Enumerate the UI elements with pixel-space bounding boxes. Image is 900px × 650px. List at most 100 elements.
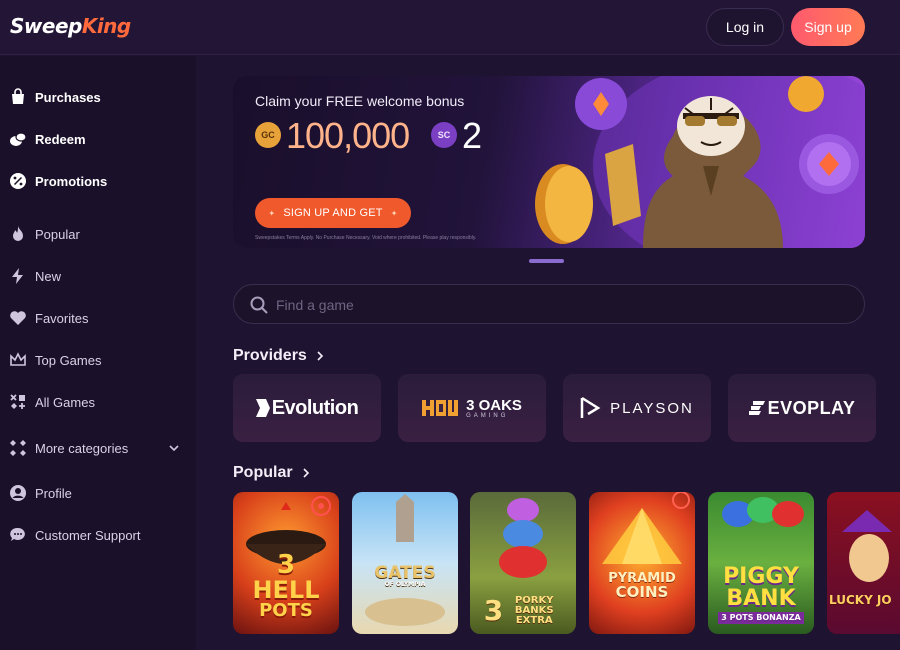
sidebar-item-label: More categories <box>35 440 129 456</box>
game-title-line: 3 <box>276 550 296 580</box>
evolution-logo-icon <box>255 399 270 417</box>
provider-name: EVOPLAY <box>767 397 856 418</box>
game-tile-gates-of-olympia[interactable]: GATES OF OLYMPIA <box>352 492 458 634</box>
sidebar-item-label: Popular <box>35 226 80 242</box>
provider-card-evoplay[interactable]: EVOPLAY <box>728 374 876 442</box>
sidebar: Purchases Redeem Promotions Popular New … <box>0 56 196 650</box>
sidebar-item-promotions[interactable]: Promotions <box>8 167 188 195</box>
percent-icon <box>8 171 28 191</box>
game-title-line: 3 POTS BONANZA <box>718 612 804 624</box>
login-button[interactable]: Log in <box>706 8 784 46</box>
grid-icon <box>8 392 28 412</box>
game-title-line: BANK <box>726 586 796 611</box>
signup-button[interactable]: Sign up <box>791 8 865 46</box>
gc-amount: 100,000 <box>286 115 410 156</box>
chevron-right-icon <box>317 351 323 361</box>
chevron-down-icon[interactable] <box>168 442 180 454</box>
game-title-line: POTS <box>259 600 313 621</box>
cta-label: SIGN UP AND GET <box>283 207 383 219</box>
sidebar-item-label: Favorites <box>35 310 89 326</box>
game-title-line: 3 <box>483 594 504 627</box>
sidebar-item-label: New <box>35 268 62 284</box>
sc-amount: 2 <box>462 115 483 156</box>
banner-fine-print: Sweepstakes Terms Apply. No Purchase Nec… <box>255 235 477 241</box>
provider-card-playson[interactable]: PLAYSON <box>563 374 711 442</box>
provider-subname: GAMING <box>466 412 509 419</box>
game-title: PYRAMID COINS <box>608 572 676 600</box>
game-title-line: PORKY BANKS <box>514 595 554 616</box>
banner-title: Claim your FREE welcome bonus <box>255 93 465 109</box>
sidebar-item-more-categories[interactable]: More categories <box>8 434 188 462</box>
sidebar-item-label: All Games <box>35 394 95 410</box>
game-title-line: EXTRA <box>515 615 553 626</box>
game-title-line: PIGGY <box>723 564 799 589</box>
sidebar-item-all-games[interactable]: All Games <box>8 388 188 416</box>
sidebar-item-top-games[interactable]: Top Games <box>8 346 188 374</box>
popular-heading[interactable]: Popular <box>233 464 311 482</box>
sidebar-item-label: Profile <box>35 485 72 501</box>
game-title-line: GATES <box>374 563 436 583</box>
game-title-line: HELL <box>252 576 320 604</box>
logo-text-sweep: Sweep <box>10 14 82 38</box>
game-tile-piggy-bank[interactable]: PIGGY BANK 3 POTS BONANZA <box>708 492 814 634</box>
providers-heading[interactable]: Providers <box>233 347 325 365</box>
categories-icon <box>8 438 28 458</box>
sidebar-item-redeem[interactable]: Redeem <box>8 125 188 153</box>
game-title: GATES OF OLYMPIA <box>374 565 435 588</box>
crown-icon <box>8 350 28 370</box>
logo-text-king: King <box>81 14 131 38</box>
game-tile-pyramid-coins[interactable]: PYRAMID COINS <box>589 492 695 634</box>
sidebar-item-new[interactable]: New <box>8 262 188 290</box>
chat-icon <box>8 525 28 545</box>
providers-title: Providers <box>233 347 307 364</box>
game-title-line: COINS <box>615 583 669 601</box>
sidebar-item-label: Customer Support <box>35 527 141 543</box>
coins-icon <box>8 129 28 149</box>
sweeps-coin-icon: SC <box>431 122 457 148</box>
shopping-bag-icon <box>8 87 28 107</box>
game-title-line: LUCKY JO <box>829 593 892 607</box>
provider-name: 3 OAKS <box>466 396 522 414</box>
lightning-icon <box>8 266 28 286</box>
signup-and-get-button[interactable]: ✦ SIGN UP AND GET ✦ <box>255 198 411 228</box>
game-artwork <box>602 492 690 564</box>
search-input[interactable] <box>276 294 836 316</box>
sidebar-item-label: Top Games <box>35 352 102 368</box>
game-tile-lucky-joker[interactable]: LUCKY JO <box>827 492 900 634</box>
flame-icon <box>8 224 28 244</box>
sidebar-item-customer-support[interactable]: Customer Support <box>8 521 188 549</box>
sidebar-item-popular[interactable]: Popular <box>8 220 188 248</box>
sidebar-item-label: Redeem <box>35 131 86 147</box>
provider-card-evolution[interactable]: Evolution <box>233 374 381 442</box>
playson-logo-icon <box>580 396 601 418</box>
game-title: 3 HELL POTS <box>252 552 319 620</box>
sidebar-item-profile[interactable]: Profile <box>8 479 188 507</box>
provider-name: Evolution <box>271 396 359 419</box>
game-title: PIGGY BANK 3 POTS BONANZA <box>718 566 804 624</box>
sidebar-item-purchases[interactable]: Purchases <box>8 83 188 111</box>
gold-coin-icon: GC <box>255 122 281 148</box>
game-tile-3-porky-banks-extra[interactable]: 3 PORKY BANKS EXTRA <box>470 492 576 634</box>
3-oaks-wordmark: 3 OAKS GAMING <box>466 398 522 419</box>
provider-name: PLAYSON <box>610 399 694 417</box>
provider-card-3-oaks[interactable]: 3 OAKS GAMING <box>398 374 546 442</box>
sidebar-item-favorites[interactable]: Favorites <box>8 304 188 332</box>
user-icon <box>8 483 28 503</box>
carousel-indicator[interactable] <box>529 259 564 263</box>
heart-icon <box>8 308 28 328</box>
game-artwork <box>842 510 892 582</box>
game-title: LUCKY JO <box>829 594 892 606</box>
game-tile-3-hell-pots[interactable]: 3 HELL POTS <box>233 492 339 634</box>
chevron-right-icon <box>302 468 309 478</box>
sparkle-icon: ✦ <box>390 208 398 218</box>
3-oaks-logo-icon <box>422 400 459 416</box>
sidebar-item-label: Promotions <box>35 173 108 189</box>
logo[interactable]: SweepKing <box>10 14 131 38</box>
sparkle-icon: ✦ <box>268 208 276 218</box>
welcome-bonus-banner[interactable]: Claim your FREE welcome bonus GC 100,000… <box>233 76 865 248</box>
popular-title: Popular <box>233 464 293 481</box>
game-title: 3 PORKY BANKS EXTRA <box>484 596 562 626</box>
game-search[interactable] <box>233 284 865 324</box>
search-icon <box>250 296 268 314</box>
top-header: SweepKing Log in Sign up <box>0 0 900 55</box>
